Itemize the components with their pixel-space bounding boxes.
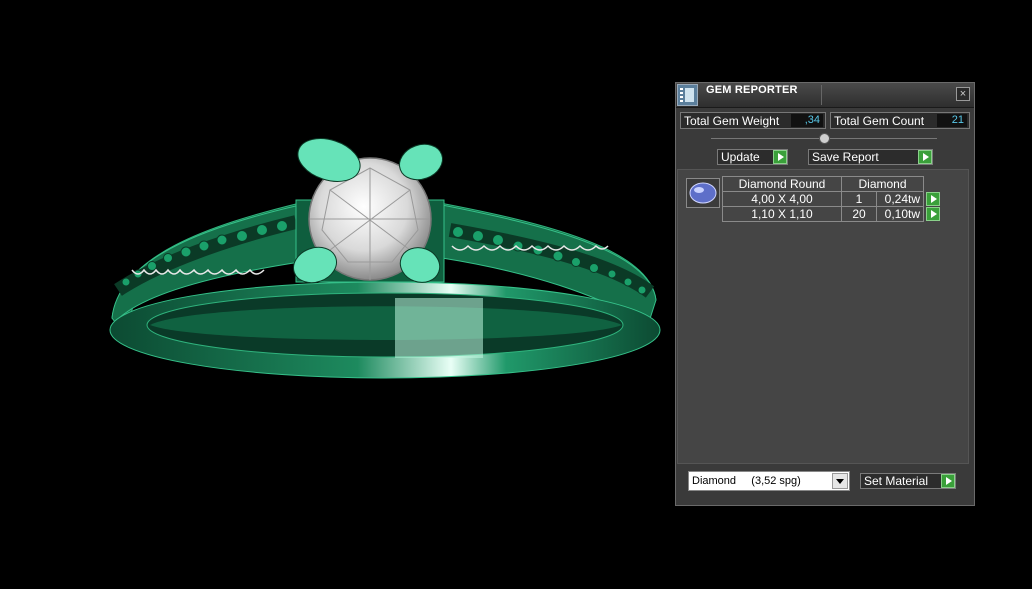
set-material-button[interactable]: Set Material bbox=[860, 473, 956, 489]
gem-weight: 0,24tw bbox=[876, 191, 924, 207]
close-icon: × bbox=[959, 88, 967, 100]
gem-size: 4,00 X 4,00 bbox=[722, 191, 842, 207]
set-material-button-label: Set Material bbox=[864, 474, 929, 488]
row-select-button[interactable] bbox=[924, 192, 941, 207]
row-select-button[interactable] bbox=[924, 207, 941, 222]
update-button-label: Update bbox=[721, 150, 760, 164]
total-gem-count-label: Total Gem Count bbox=[834, 113, 925, 128]
play-arrow-icon bbox=[926, 207, 940, 221]
table-row: 4,00 X 4,00 1 0,24tw bbox=[722, 191, 941, 207]
slider-handle[interactable] bbox=[819, 133, 830, 144]
play-arrow-icon bbox=[773, 150, 787, 164]
gem-reporter-panel: GEM REPORTER × Total Gem Weight ,34 Tota… bbox=[675, 82, 975, 506]
total-gem-count-value: 21 bbox=[937, 114, 967, 127]
total-gem-weight-value: ,34 bbox=[791, 114, 823, 127]
gem-reporter-app-icon bbox=[677, 84, 698, 106]
gem-table: Diamond Round Diamond 4,00 X 4,00 1 0,24… bbox=[722, 176, 941, 222]
table-row: 1,10 X 1,10 20 0,10tw bbox=[722, 206, 941, 222]
chevron-down-icon[interactable] bbox=[832, 473, 848, 489]
play-arrow-icon bbox=[941, 474, 955, 488]
update-button[interactable]: Update bbox=[717, 149, 788, 165]
panel-titlebar[interactable]: GEM REPORTER × bbox=[676, 83, 974, 108]
table-header-row: Diamond Round Diamond bbox=[722, 176, 941, 192]
center-stone-setting bbox=[293, 138, 445, 284]
gem-list: Diamond Round Diamond 4,00 X 4,00 1 0,24… bbox=[677, 169, 969, 464]
total-gem-weight-field: Total Gem Weight ,34 bbox=[680, 112, 826, 129]
title-separator bbox=[821, 85, 822, 105]
gem-shape-header: Diamond Round bbox=[722, 176, 842, 192]
play-arrow-icon bbox=[926, 192, 940, 206]
gem-count: 1 bbox=[841, 191, 877, 207]
material-dropdown[interactable]: Diamond (3,52 spg) bbox=[688, 471, 850, 491]
ring-band-front bbox=[109, 281, 661, 379]
panel-title: GEM REPORTER bbox=[706, 84, 798, 96]
total-gem-count-field: Total Gem Count 21 bbox=[830, 112, 970, 129]
close-button[interactable]: × bbox=[956, 87, 970, 101]
diamond-round-gem-icon[interactable] bbox=[686, 178, 720, 208]
save-report-button-label: Save Report bbox=[812, 150, 879, 164]
ring-3d-viewport[interactable] bbox=[0, 0, 670, 589]
gem-material-header: Diamond bbox=[841, 176, 924, 192]
gem-weight: 0,10tw bbox=[876, 206, 924, 222]
save-report-button[interactable]: Save Report bbox=[808, 149, 933, 165]
play-arrow-icon bbox=[918, 150, 932, 164]
gem-size: 1,10 X 1,10 bbox=[722, 206, 842, 222]
gem-count: 20 bbox=[841, 206, 877, 222]
total-gem-weight-label: Total Gem Weight bbox=[684, 113, 780, 128]
material-dropdown-value: Diamond (3,52 spg) bbox=[692, 475, 801, 487]
